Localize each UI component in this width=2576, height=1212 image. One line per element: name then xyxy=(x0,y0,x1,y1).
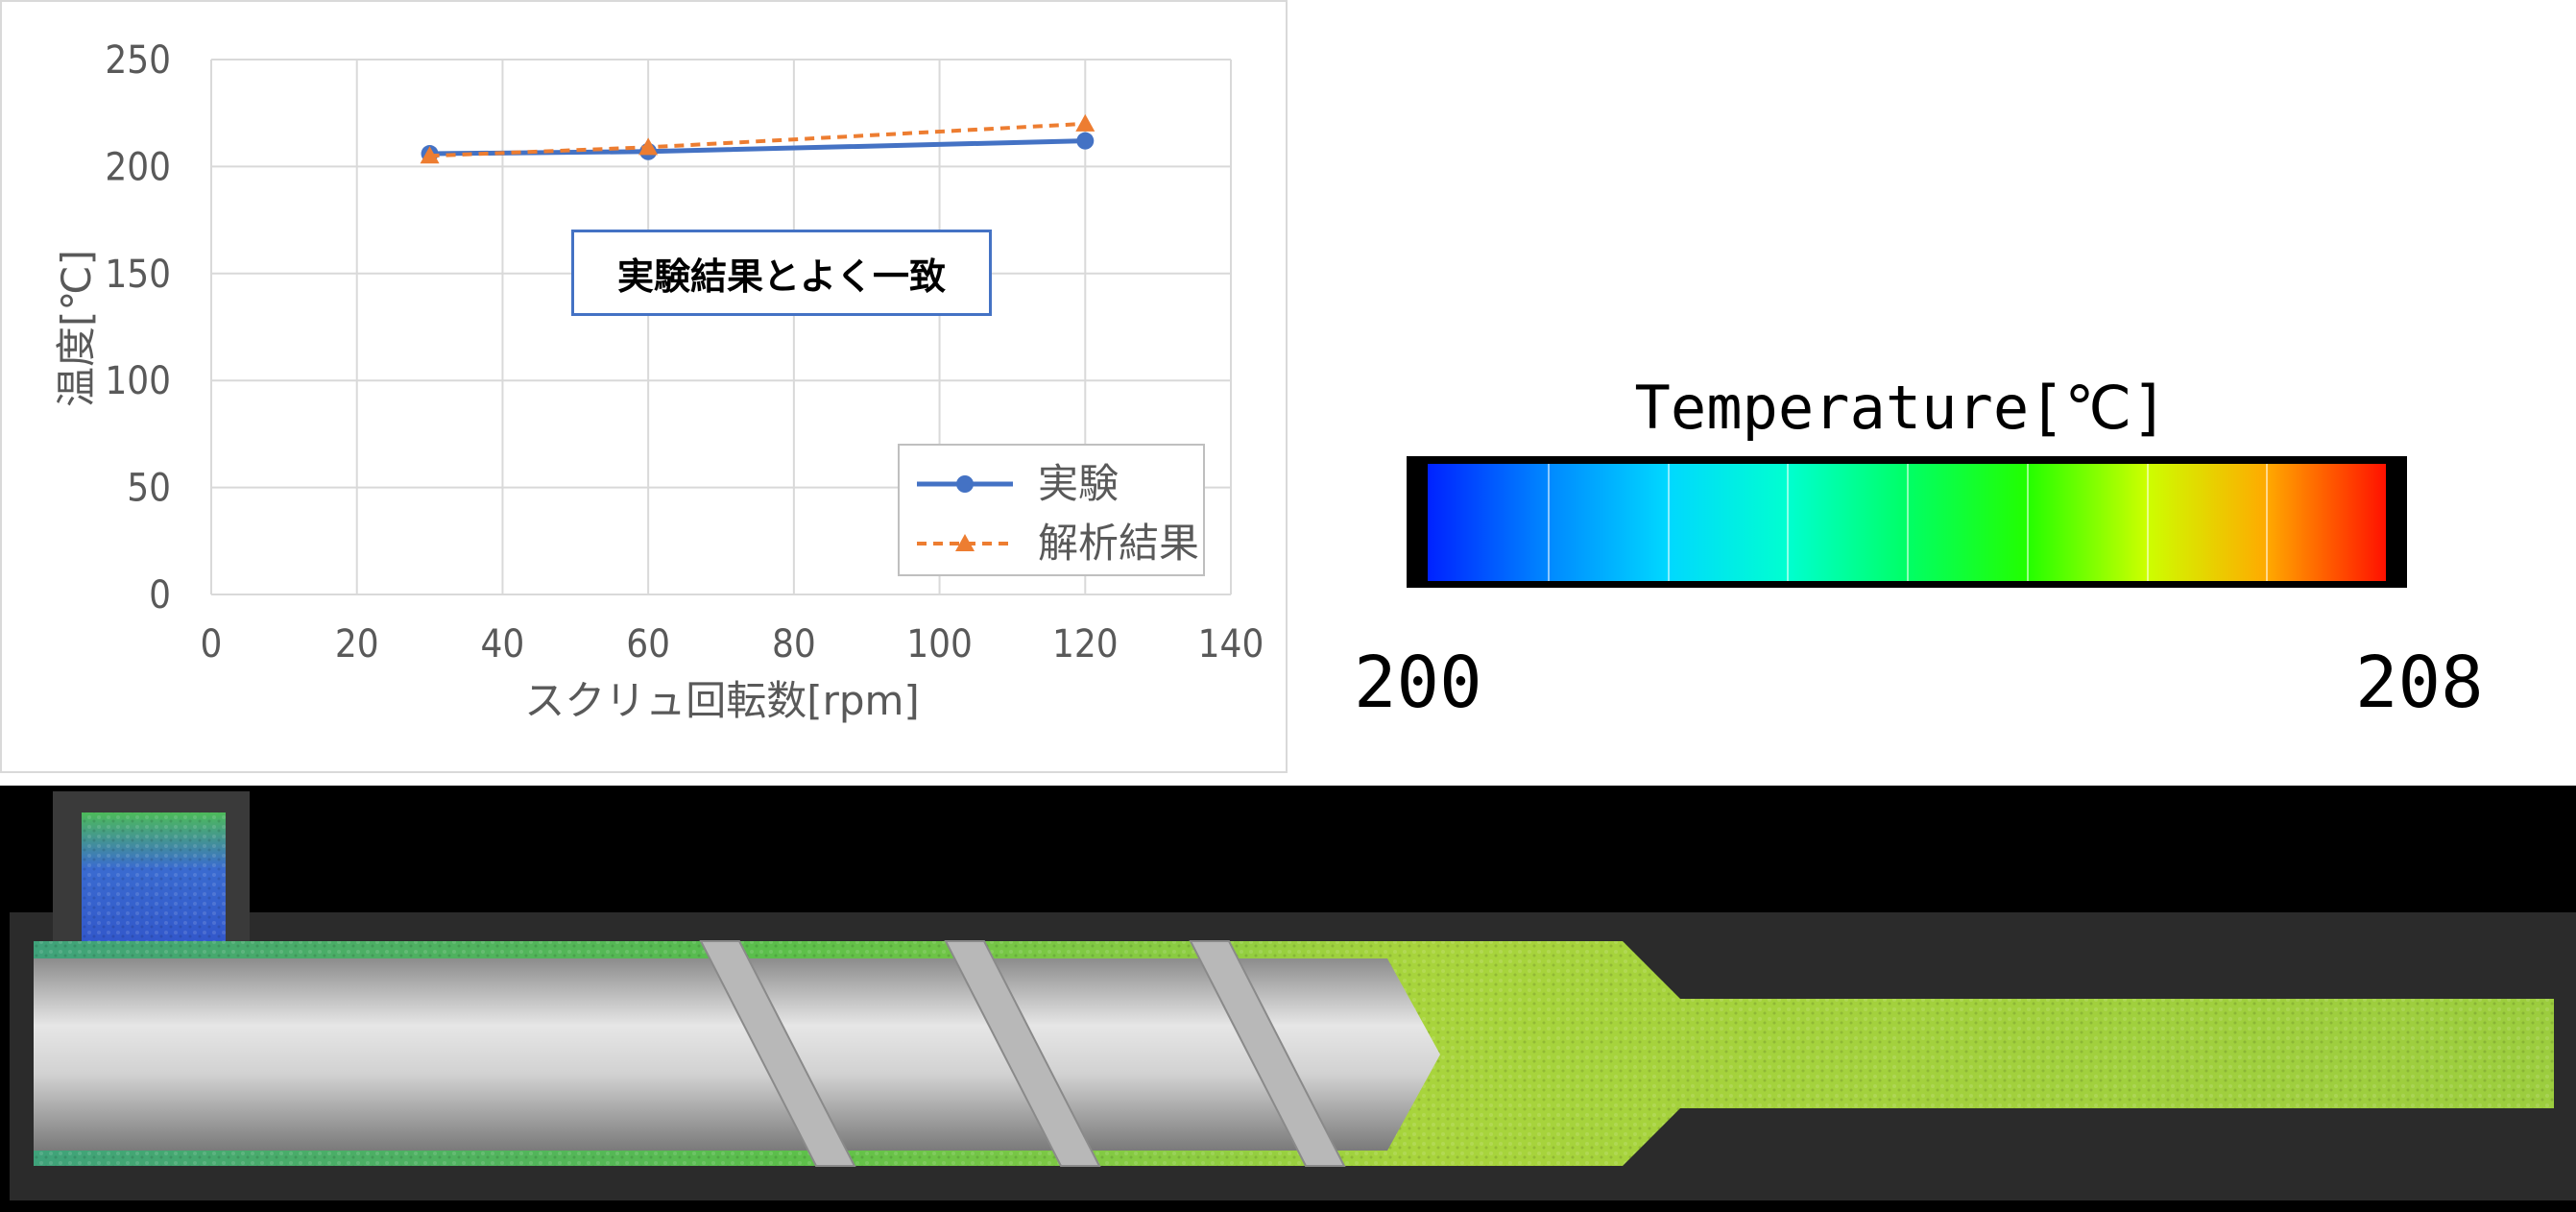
annotation-text: 実験結果とよく一致 xyxy=(616,255,946,298)
x-tick-label: 40 xyxy=(481,622,525,667)
legend-label-analysis: 解析結果 xyxy=(1038,520,1200,567)
legend-key-analysis xyxy=(917,534,1013,551)
legend-label-experiment: 実験 xyxy=(1038,460,1119,507)
colorbar-divider xyxy=(1907,464,1909,581)
data-point xyxy=(1076,132,1095,150)
x-tick-label: 20 xyxy=(335,622,379,667)
screw-extruder-render xyxy=(10,791,2576,1200)
x-tick-label: 0 xyxy=(201,622,223,667)
x-tick-label: 100 xyxy=(906,622,973,667)
legend-item-experiment: 実験 xyxy=(917,459,1195,509)
y-axis-label: 温度[℃] xyxy=(53,250,100,407)
y-tick-label: 250 xyxy=(105,38,171,83)
colorbar-divider xyxy=(1547,464,1550,581)
chart-legend: 実験 解析結果 xyxy=(898,444,1205,576)
colorbar-gradient xyxy=(1428,464,2386,581)
x-axis-label: スクリュ回転数[rpm] xyxy=(524,677,920,724)
data-point xyxy=(1075,113,1095,132)
x-tick-label: 140 xyxy=(1198,622,1264,667)
x-tick-labels: 0 20 40 60 80 100 120 140 xyxy=(201,622,1264,667)
series-lines xyxy=(420,113,1095,164)
x-tick-label: 60 xyxy=(626,622,670,667)
y-tick-label: 150 xyxy=(105,253,171,297)
screw-simulation-image xyxy=(0,786,2576,1212)
annotation-box: 実験結果とよく一致 xyxy=(571,230,992,316)
colorbar-divider xyxy=(1787,464,1790,581)
x-tick-label: 80 xyxy=(772,622,816,667)
colorbar-divider xyxy=(1667,464,1670,581)
temperature-colorbar xyxy=(1407,456,2407,588)
y-tick-label: 100 xyxy=(105,359,171,403)
legend-item-analysis: 解析結果 xyxy=(917,519,1199,569)
legend-key-experiment xyxy=(917,475,1013,493)
colorbar-min-label: 200 xyxy=(1354,642,1482,724)
colorbar-divider xyxy=(2026,464,2029,581)
x-tick-label: 120 xyxy=(1052,622,1119,667)
colorbar-divider xyxy=(2266,464,2269,581)
colorbar-max-label: 208 xyxy=(2355,642,2484,724)
y-tick-label: 50 xyxy=(127,467,171,511)
line-chart: 0 50 100 150 200 250 0 20 40 60 80 100 120 140 スクリュ回… xyxy=(53,38,1264,724)
y-tick-labels: 0 50 100 150 200 250 xyxy=(105,38,171,618)
colorbar-divider xyxy=(2146,464,2149,581)
chart-panel: 0 50 100 150 200 250 0 20 40 60 80 100 120 140 スクリュ回… xyxy=(0,0,1288,773)
y-tick-label: 200 xyxy=(105,145,171,189)
y-tick-label: 0 xyxy=(149,573,171,618)
colorbar-title: Temperature[℃] xyxy=(1634,373,2168,443)
